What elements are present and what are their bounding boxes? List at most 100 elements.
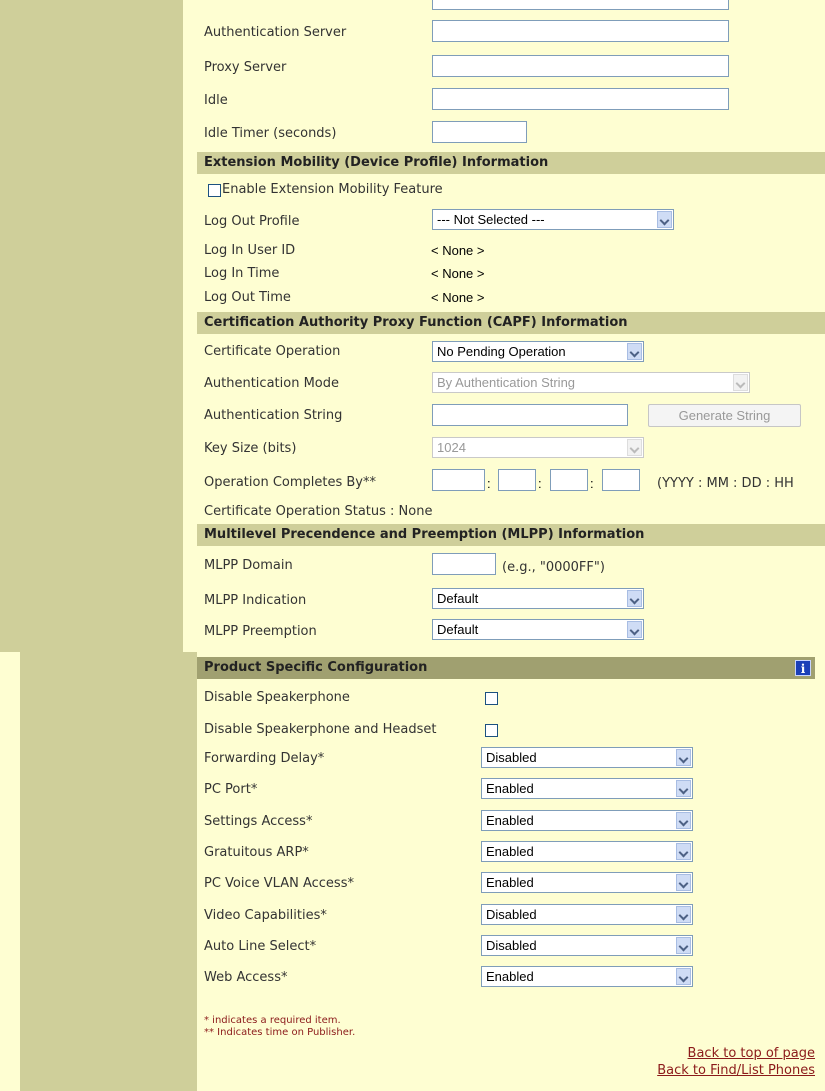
chevron-down-icon [627,343,642,360]
mlpp-header: Multilevel Precendence and Preemption (M… [197,524,825,546]
back-to-find-list-link[interactable]: Back to Find/List Phones [657,1063,815,1078]
authentication-mode-label: Authentication Mode [204,376,339,391]
authentication-server-input[interactable] [432,20,729,42]
proxy-server-label: Proxy Server [204,60,287,75]
certificate-operation-status: Certificate Operation Status : None [204,504,433,519]
web-access-label: Web Access* [204,970,288,985]
authentication-string-input[interactable] [432,404,628,426]
idle-timer-label: Idle Timer (seconds) [204,126,337,141]
gratuitous-arp-label: Gratuitous ARP* [204,845,309,860]
chevron-down-icon [676,780,691,797]
log-in-user-id-value: < None > [431,243,485,258]
chevron-down-icon [627,439,642,456]
forwarding-delay-value: Disabled [486,750,537,765]
chevron-down-icon [733,374,748,391]
product-config-title: Product Specific Configuration [204,660,428,675]
disable-speakerphone-headset-checkbox[interactable] [485,724,498,737]
idle-timer-input[interactable] [432,121,527,143]
log-in-user-id-label: Log In User ID [204,243,296,258]
key-size-label: Key Size (bits) [204,441,297,456]
mlpp-preemption-value: Default [437,622,479,637]
key-size-select[interactable]: 1024 [432,437,644,458]
auto-line-select-select[interactable]: Disabled [481,935,693,956]
operation-year-input[interactable] [432,469,485,491]
settings-access-label: Settings Access* [204,814,313,829]
settings-access-value: Enabled [486,813,534,828]
idle-label: Idle [204,93,228,108]
video-capabilities-value: Disabled [486,907,537,922]
gratuitous-arp-select[interactable]: Enabled [481,841,693,862]
capf-header: Certification Authority Proxy Function (… [197,312,825,334]
info-icon[interactable]: i [795,660,811,676]
chevron-down-icon [676,968,691,985]
web-access-select[interactable]: Enabled [481,966,693,987]
certificate-operation-select[interactable]: No Pending Operation [432,341,644,362]
mlpp-indication-label: MLPP Indication [204,593,307,608]
extension-mobility-header: Extension Mobility (Device Profile) Info… [197,152,825,174]
pc-voice-vlan-access-value: Enabled [486,875,534,890]
previous-field-input[interactable] [432,0,729,10]
authentication-mode-value: By Authentication String [437,375,576,390]
key-size-value: 1024 [437,440,466,455]
auto-line-select-label: Auto Line Select* [204,939,317,954]
chevron-down-icon [676,874,691,891]
pc-port-select[interactable]: Enabled [481,778,693,799]
product-config-header: Product Specific Configuration i [197,657,815,679]
pc-port-label: PC Port* [204,782,258,797]
video-capabilities-select[interactable]: Disabled [481,904,693,925]
certificate-operation-label: Certificate Operation [204,344,341,359]
date-separator: : [538,476,542,491]
disable-speakerphone-label: Disable Speakerphone [204,690,350,705]
enable-extension-mobility-label[interactable]: Enable Extension Mobility Feature [222,182,443,197]
date-separator: : [590,476,594,491]
operation-month-input[interactable] [498,469,536,491]
chevron-down-icon [676,749,691,766]
mlpp-domain-label: MLPP Domain [204,558,293,573]
gratuitous-arp-value: Enabled [486,844,534,859]
log-in-time-label: Log In Time [204,266,280,281]
back-to-top-link[interactable]: Back to top of page [688,1046,815,1061]
forwarding-delay-select[interactable]: Disabled [481,747,693,768]
chevron-down-icon [657,211,672,228]
forwarding-delay-label: Forwarding Delay* [204,751,325,766]
mlpp-indication-select[interactable]: Default [432,588,644,609]
proxy-server-input[interactable] [432,55,729,77]
operation-hour-input[interactable] [602,469,640,491]
publisher-time-note: ** Indicates time on Publisher. [204,1027,356,1038]
date-separator: : [487,476,491,491]
mlpp-preemption-label: MLPP Preemption [204,624,317,639]
disable-speakerphone-checkbox[interactable] [485,692,498,705]
log-out-profile-select[interactable]: --- Not Selected --- [432,209,674,230]
chevron-down-icon [676,906,691,923]
pc-voice-vlan-access-select[interactable]: Enabled [481,872,693,893]
generate-string-button[interactable]: Generate String [648,404,801,427]
chevron-down-icon [627,590,642,607]
authentication-string-label: Authentication String [204,408,343,423]
left-sidebar-bottom [20,652,197,1091]
operation-day-input[interactable] [550,469,588,491]
log-in-time-value: < None > [431,266,485,281]
mlpp-preemption-select[interactable]: Default [432,619,644,640]
mlpp-indication-value: Default [437,591,479,606]
video-capabilities-label: Video Capabilities* [204,908,327,923]
authentication-server-label: Authentication Server [204,25,347,40]
pc-voice-vlan-access-label: PC Voice VLAN Access* [204,876,354,891]
certificate-operation-value: No Pending Operation [437,344,566,359]
idle-input[interactable] [432,88,729,110]
required-item-note: * indicates a required item. [204,1015,341,1026]
mlpp-domain-hint: (e.g., "0000FF") [502,560,605,575]
enable-extension-mobility-checkbox[interactable] [208,184,221,197]
pc-port-value: Enabled [486,781,534,796]
log-out-profile-label: Log Out Profile [204,214,300,229]
main-content: Authentication Server Proxy Server Idle … [197,0,825,1091]
log-out-time-value: < None > [431,290,485,305]
operation-completes-by-label: Operation Completes By** [204,475,376,490]
settings-access-select[interactable]: Enabled [481,810,693,831]
mlpp-domain-input[interactable] [432,553,496,575]
log-out-time-label: Log Out Time [204,290,291,305]
auto-line-select-value: Disabled [486,938,537,953]
web-access-value: Enabled [486,969,534,984]
authentication-mode-select[interactable]: By Authentication String [432,372,750,393]
chevron-down-icon [676,843,691,860]
log-out-profile-value: --- Not Selected --- [437,212,545,227]
